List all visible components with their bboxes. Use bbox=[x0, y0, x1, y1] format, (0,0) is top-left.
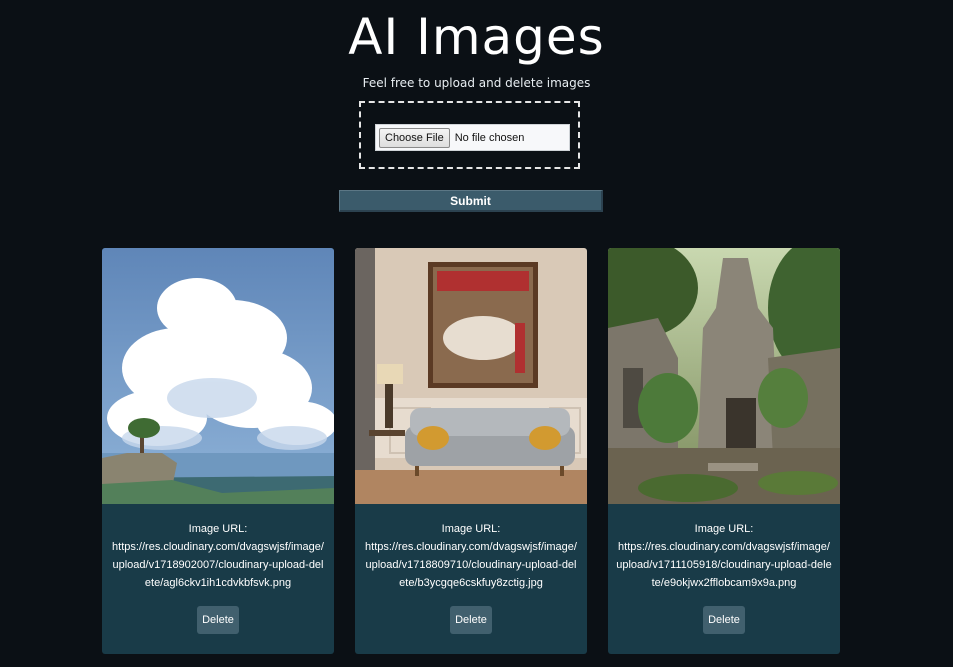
submit-button[interactable]: Submit bbox=[339, 190, 603, 212]
delete-button[interactable]: Delete bbox=[450, 606, 492, 634]
image-url: https://res.cloudinary.com/dvagswjsf/ima… bbox=[112, 541, 324, 589]
file-input[interactable]: Choose File No file chosen bbox=[375, 124, 570, 151]
image-thumbnail bbox=[102, 248, 334, 504]
image-card: Image URL: https://res.cloudinary.com/dv… bbox=[102, 248, 334, 654]
image-url-label: Image URL: bbox=[441, 523, 501, 535]
delete-button[interactable]: Delete bbox=[197, 606, 239, 634]
image-info: Image URL: https://res.cloudinary.com/dv… bbox=[616, 520, 832, 592]
page-header: AI Images Feel free to upload and delete… bbox=[0, 0, 953, 90]
image-thumbnail bbox=[355, 248, 587, 504]
upload-dropzone[interactable]: Choose File No file chosen bbox=[359, 101, 580, 169]
page-subtitle: Feel free to upload and delete images bbox=[362, 76, 591, 90]
image-info: Image URL: https://res.cloudinary.com/dv… bbox=[363, 520, 579, 592]
image-card: Image URL: https://res.cloudinary.com/dv… bbox=[355, 248, 587, 654]
image-url: https://res.cloudinary.com/dvagswjsf/ima… bbox=[616, 541, 832, 589]
image-thumbnail bbox=[608, 248, 840, 504]
choose-file-button[interactable]: Choose File bbox=[379, 127, 450, 148]
image-card: Image URL: https://res.cloudinary.com/dv… bbox=[608, 248, 840, 654]
image-info: Image URL: https://res.cloudinary.com/dv… bbox=[110, 520, 326, 592]
delete-button[interactable]: Delete bbox=[703, 606, 745, 634]
image-url-label: Image URL: bbox=[694, 523, 754, 535]
page-title: AI Images bbox=[348, 8, 605, 66]
file-status-text: No file chosen bbox=[454, 131, 525, 144]
image-url-label: Image URL: bbox=[188, 523, 248, 535]
image-url: https://res.cloudinary.com/dvagswjsf/ima… bbox=[365, 541, 577, 589]
